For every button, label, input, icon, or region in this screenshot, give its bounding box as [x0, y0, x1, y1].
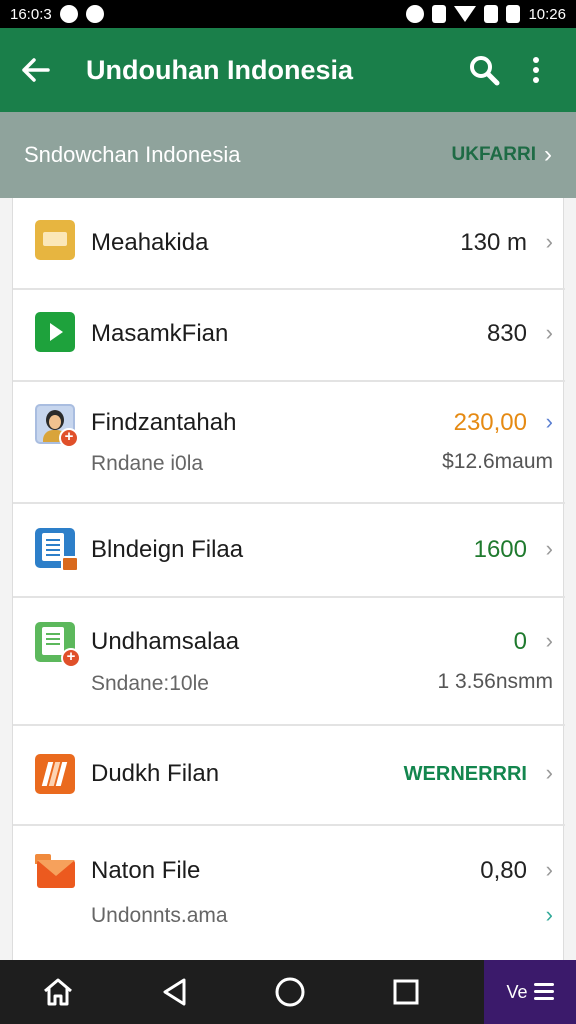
notification-icon	[59, 5, 78, 23]
square-recents-icon	[393, 979, 419, 1005]
page-title: Undouhan Indonesia	[86, 54, 353, 85]
home-icon	[44, 978, 72, 1006]
item-value: 130 m	[460, 229, 527, 256]
home-nav-button[interactable]	[0, 960, 116, 1024]
status-time-left: 16:0:3	[10, 5, 52, 23]
item-name: Findzantahah	[91, 409, 237, 436]
back-nav-button[interactable]	[116, 960, 232, 1024]
sync-icon	[85, 5, 104, 23]
item-subtitle: Undonnts.ama	[91, 904, 228, 927]
folder-icon	[35, 220, 75, 260]
back-arrow-icon	[22, 58, 50, 82]
chevron-right-icon: ›	[545, 320, 553, 345]
document-icon	[35, 528, 79, 572]
item-value: 230,00	[453, 409, 527, 436]
item-value: 1600	[473, 536, 527, 563]
mail-icon	[35, 852, 75, 892]
extra-menu-label: Ve	[506, 981, 528, 1002]
app-bar: Undouhan Indonesia	[0, 28, 576, 112]
list-item[interactable]: Blndeign Filaa 1600 ›	[13, 504, 565, 598]
home-circle-nav-button[interactable]	[232, 960, 348, 1024]
search-icon	[470, 56, 500, 86]
chevron-right-icon: ›	[544, 141, 552, 168]
status-left: 16:0:3	[10, 5, 104, 23]
item-name: Naton File	[91, 857, 201, 884]
status-bar: 16:0:3 10:26	[0, 0, 576, 28]
badge-icon	[61, 556, 79, 572]
person-icon	[35, 404, 79, 448]
section-title: Sndowchan Indonesia	[24, 142, 241, 167]
item-value: 830	[486, 320, 527, 347]
back-button[interactable]	[18, 52, 54, 88]
list-item[interactable]: Dudkh Filan WERNERRRI ›	[13, 726, 565, 826]
item-subtitle: Rndane i0la	[91, 452, 204, 475]
battery-icon	[506, 5, 521, 23]
item-name: MasamkFian	[91, 320, 229, 347]
item-value: WERNERRRI	[403, 763, 527, 785]
spreadsheet-icon	[35, 622, 81, 668]
recents-nav-button[interactable]	[348, 960, 464, 1024]
add-badge-icon	[59, 428, 79, 448]
item-value: 0	[513, 628, 527, 655]
menu-lines-icon	[533, 983, 554, 1001]
play-icon	[35, 312, 75, 352]
chevron-right-icon: ›	[545, 760, 553, 785]
vibrate-icon	[432, 5, 447, 23]
books-icon	[35, 754, 75, 794]
chevron-right-icon: ›	[545, 536, 553, 561]
file-list: Meahakida 130 m › MasamkFian 830 › Findz…	[12, 198, 565, 960]
more-vertical-icon	[533, 57, 539, 83]
status-right: 10:26	[406, 5, 566, 23]
chevron-right-icon: ›	[545, 857, 553, 882]
signal-icon	[484, 5, 499, 23]
search-button[interactable]	[462, 48, 506, 92]
item-name: Blndeign Filaa	[91, 536, 244, 563]
chevron-right-icon: ›	[545, 229, 553, 254]
item-sub-value: $12.6maum	[442, 450, 553, 473]
section-action-label: UKFARRI	[451, 144, 536, 165]
item-name: Dudkh Filan	[91, 760, 220, 787]
overflow-menu-button[interactable]	[514, 48, 558, 92]
list-item[interactable]: Meahakida 130 m ›	[13, 198, 565, 290]
list-item[interactable]: Naton File 0,80 › Undonnts.ama ›	[13, 826, 565, 960]
chevron-right-icon: ›	[545, 628, 553, 653]
status-time-right: 10:26	[528, 5, 566, 23]
alarm-icon	[406, 5, 425, 23]
item-subtitle: Sndane:10le	[91, 672, 209, 695]
triangle-back-icon	[163, 978, 186, 1006]
item-sub-value: 1 3.56nsmm	[437, 670, 553, 693]
section-action-button[interactable]: UKFARRI ›	[452, 141, 552, 169]
item-name: Meahakida	[91, 229, 209, 256]
badge-icon	[61, 648, 81, 668]
chevron-right-icon: ›	[545, 902, 553, 927]
system-nav-bar: Ve	[0, 960, 576, 1024]
chevron-right-icon: ›	[545, 409, 553, 434]
wifi-icon	[454, 6, 477, 22]
item-value: 0,80	[480, 857, 527, 884]
extra-menu-button[interactable]: Ve	[484, 960, 576, 1024]
item-name: Undhamsalaa	[91, 628, 240, 655]
section-header: Sndowchan Indonesia UKFARRI ›	[0, 112, 576, 198]
list-item[interactable]: Undhamsalaa 0 › Sndane:10le 1 3.56nsmm	[13, 598, 565, 726]
circle-home-icon	[275, 977, 305, 1007]
list-item[interactable]: Findzantahah 230,00 › Rndane i0la $12.6m…	[13, 382, 565, 504]
list-item[interactable]: MasamkFian 830 ›	[13, 290, 565, 382]
